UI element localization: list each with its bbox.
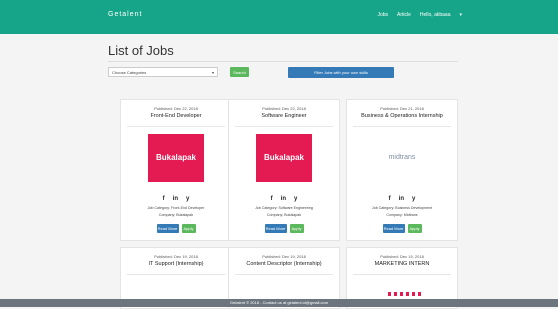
- facebook-icon[interactable]: f: [271, 196, 273, 202]
- card-actions: Read More Apply: [229, 224, 339, 233]
- apply-button[interactable]: Apply: [407, 224, 422, 233]
- twitter-icon[interactable]: y: [186, 196, 189, 202]
- job-card: Published: Dec 22, 2018 Front-End Develo…: [120, 99, 232, 241]
- card-divider: [127, 274, 225, 275]
- company-logo-peek: [376, 292, 432, 296]
- job-title[interactable]: Content Descriptor (Internship): [229, 261, 339, 267]
- filter-skills-button[interactable]: Filter Jobs with your own skills: [288, 67, 394, 78]
- footer: Getalent © 2018 - Contact us at getalent…: [0, 299, 558, 307]
- card-divider: [127, 126, 225, 127]
- card-divider: [353, 274, 451, 275]
- published-date: Published: Dec 21, 2018: [380, 106, 424, 111]
- job-category: Job Category: Front-End Developer: [147, 206, 205, 210]
- read-more-button[interactable]: Read More: [264, 224, 287, 233]
- social-share: f in y: [121, 196, 231, 202]
- category-select[interactable]: Choose Categories ▾: [108, 67, 218, 77]
- chevron-down-icon[interactable]: ▾: [459, 12, 462, 18]
- job-title[interactable]: Front-End Developer: [121, 113, 231, 119]
- company-logo: midtrans: [388, 154, 416, 161]
- published-date: Published: Dec 22, 2018: [262, 106, 306, 111]
- linkedin-icon[interactable]: in: [399, 196, 404, 202]
- job-title[interactable]: MARKETING INTERN: [347, 261, 457, 267]
- job-category: Job Category: Software Engineering: [255, 206, 313, 210]
- job-title[interactable]: IT Support (Internship): [121, 261, 231, 267]
- published-date: Published: Dec 22, 2018: [154, 106, 198, 111]
- job-title[interactable]: Business & Operations Internship: [347, 113, 457, 119]
- card-divider: [235, 126, 333, 127]
- card-divider: [235, 274, 333, 275]
- published-date: Published: Dec 19, 2018: [262, 254, 306, 259]
- top-navbar: Getalent Jobs Article Hello, akbaaa ▾: [0, 0, 558, 34]
- twitter-icon[interactable]: y: [294, 196, 297, 202]
- linkedin-icon[interactable]: in: [173, 196, 178, 202]
- page-title: List of Jobs: [108, 43, 174, 58]
- company-logo: Bukalapak: [148, 134, 204, 182]
- social-share: f in y: [229, 196, 339, 202]
- apply-button[interactable]: Apply: [181, 224, 196, 233]
- facebook-icon[interactable]: f: [163, 196, 165, 202]
- published-date: Published: Dec 19, 2018: [380, 254, 424, 259]
- twitter-icon[interactable]: y: [412, 196, 415, 202]
- job-title[interactable]: Software Engineer: [229, 113, 339, 119]
- facebook-icon[interactable]: f: [389, 196, 391, 202]
- company-logo: Bukalapak: [256, 134, 312, 182]
- nav-jobs[interactable]: Jobs: [377, 12, 388, 18]
- job-card: Published: Dec 21, 2018 Business & Opera…: [346, 99, 458, 241]
- brand-logo[interactable]: Getalent: [108, 11, 142, 18]
- search-button[interactable]: Search: [230, 67, 249, 77]
- main-content: List of Jobs Choose Categories ▾ Search …: [108, 34, 458, 309]
- published-date: Published: Dec 19, 2018: [154, 254, 198, 259]
- apply-button[interactable]: Apply: [289, 224, 304, 233]
- card-actions: Read More Apply: [347, 224, 457, 233]
- job-company: Company: Midtrans: [386, 213, 418, 217]
- nav-article[interactable]: Article: [397, 12, 411, 18]
- category-select-value: Choose Categories: [112, 70, 147, 75]
- social-share: f in y: [347, 196, 457, 202]
- title-divider: [108, 61, 458, 62]
- read-more-button[interactable]: Read More: [156, 224, 179, 233]
- nav-links: Jobs Article Hello, akbaaa ▾: [377, 12, 462, 18]
- read-more-button[interactable]: Read More: [382, 224, 405, 233]
- chevron-down-icon: ▾: [211, 70, 214, 75]
- job-company: Company: Bukalapak: [266, 213, 302, 217]
- job-card: Published: Dec 22, 2018 Software Enginee…: [228, 99, 340, 241]
- nav-user-menu[interactable]: Hello, akbaaa: [420, 12, 451, 18]
- card-actions: Read More Apply: [121, 224, 231, 233]
- job-category: Job Category: Business Development: [371, 206, 433, 210]
- card-divider: [353, 126, 451, 127]
- job-company: Company: Bukalapak: [158, 213, 194, 217]
- linkedin-icon[interactable]: in: [281, 196, 286, 202]
